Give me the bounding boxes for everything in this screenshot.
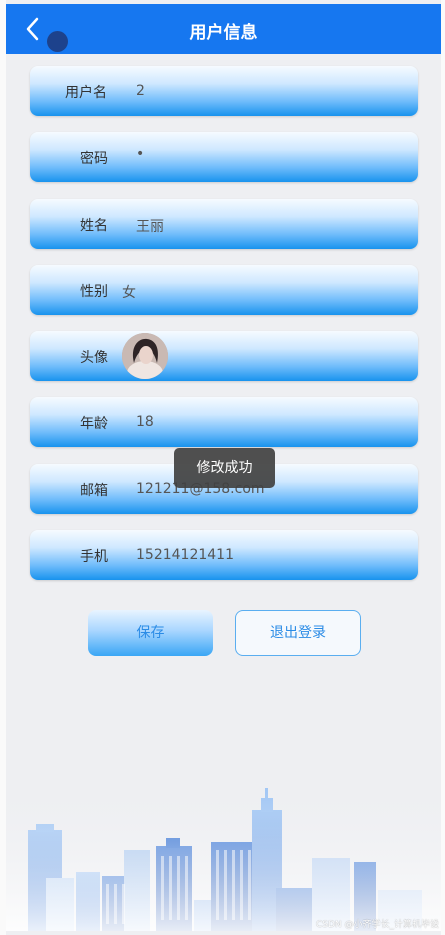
page-title: 用户信息 bbox=[189, 23, 258, 43]
field-label: 用户名 bbox=[65, 85, 107, 101]
field-label: 邮箱 bbox=[80, 483, 108, 499]
touch-indicator bbox=[47, 31, 68, 52]
field-row-username[interactable]: 用户名 2 bbox=[30, 66, 418, 116]
field-row-avatar[interactable]: 头像 bbox=[30, 331, 418, 381]
field-label: 性别 bbox=[80, 284, 108, 300]
field-label: 密码 bbox=[80, 151, 108, 167]
watermark: CSDN @小齐学长_计算机毕设 bbox=[315, 920, 439, 930]
avatar-image bbox=[122, 333, 168, 379]
frame-right bbox=[441, 0, 445, 935]
logout-button[interactable]: 退出登录 bbox=[235, 610, 361, 656]
avatar[interactable] bbox=[122, 333, 168, 379]
field-row-age[interactable]: 年龄 18 bbox=[30, 397, 418, 447]
save-button[interactable]: 保存 bbox=[88, 610, 213, 656]
field-row-gender[interactable]: 性别 女 bbox=[30, 265, 418, 315]
city-skyline-illustration bbox=[6, 780, 441, 931]
field-label: 年龄 bbox=[80, 416, 108, 432]
field-value: 2 bbox=[136, 83, 145, 99]
field-label: 头像 bbox=[80, 350, 108, 366]
field-label: 姓名 bbox=[80, 218, 108, 234]
field-value: 15214121411 bbox=[136, 547, 234, 563]
field-label: 手机 bbox=[80, 549, 108, 565]
field-row-phone[interactable]: 手机 15214121411 bbox=[30, 530, 418, 580]
field-value: 18 bbox=[136, 414, 154, 430]
toast-message: 修改成功 bbox=[174, 448, 275, 488]
field-value: 女 bbox=[122, 285, 136, 301]
field-row-password[interactable]: 密码 • bbox=[30, 132, 418, 182]
top-bar: 用户信息 bbox=[6, 4, 441, 54]
field-value: 王丽 bbox=[136, 219, 164, 235]
field-row-name[interactable]: 姓名 王丽 bbox=[30, 199, 418, 249]
field-value: • bbox=[136, 146, 145, 162]
